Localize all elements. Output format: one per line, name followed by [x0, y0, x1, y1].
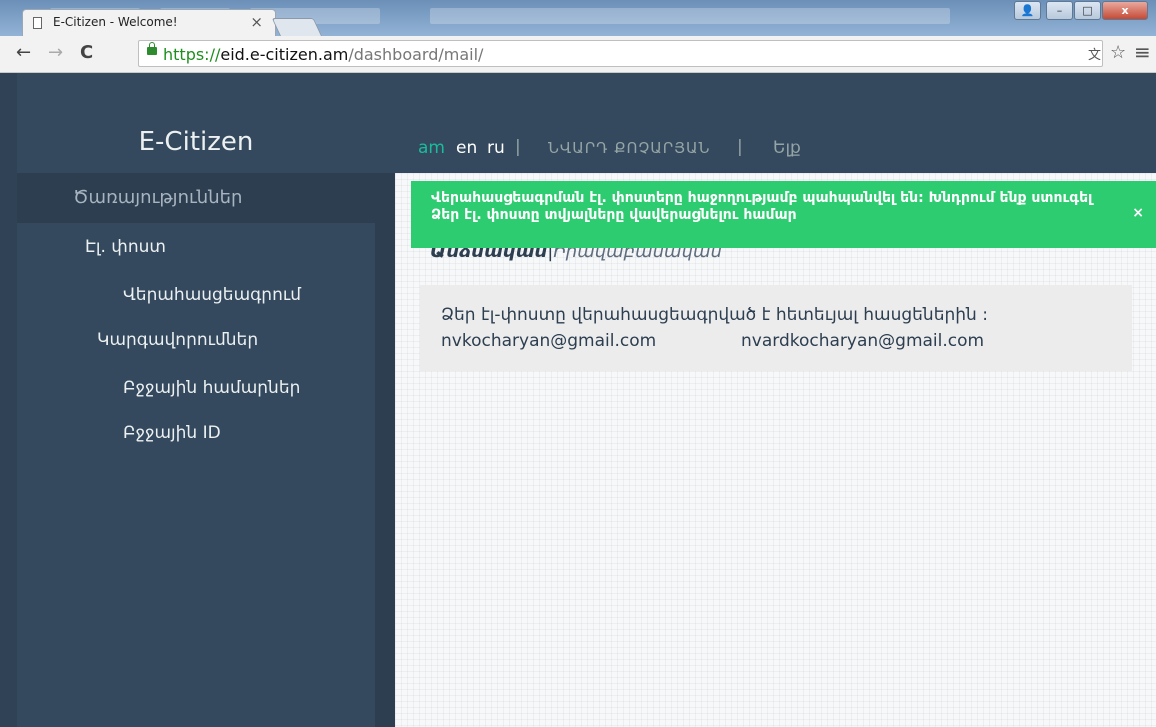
minimize-button[interactable]: – [1046, 1, 1073, 20]
page-icon [33, 17, 42, 29]
nav-separator: | [737, 137, 743, 157]
top-nav: am en ru | ՆՎԱՐԴ ՔՈՉԱՐՅԱՆ | Ելք [375, 115, 1156, 173]
forwarding-info-card: Ձեր էլ-փոստը վերահասցեագրված է հետեւյալ … [420, 285, 1132, 371]
lock-icon [147, 42, 157, 55]
browser-tab[interactable]: E-Citizen - Welcome! × [22, 9, 276, 37]
maximize-button[interactable]: □ [1074, 1, 1101, 20]
tab-title: E-Citizen - Welcome! [53, 15, 178, 29]
window-titlebar: E-Citizen - Welcome! × 👤 – □ x [0, 0, 1156, 37]
new-tab-button[interactable] [271, 18, 323, 37]
forwarding-email: nvkocharyan@gmail.com [441, 331, 657, 351]
forward-icon[interactable]: → [48, 42, 63, 63]
sidebar-item-forwarding[interactable]: Վերահասցեագրում [123, 285, 301, 305]
nav-separator: | [515, 137, 521, 157]
sidebar-item-mobile-id[interactable]: Բջջային ID [123, 423, 221, 443]
user-name-link[interactable]: ՆՎԱՐԴ ՔՈՉԱՐՅԱՆ [548, 139, 710, 157]
close-window-button[interactable]: x [1102, 1, 1148, 20]
forwarding-info-text: Ձեր էլ-փոստը վերահասցեագրված է հետեւյալ … [441, 305, 988, 325]
address-bar[interactable]: https://eid.e-citizen.am/dashboard/mail/ [138, 40, 1103, 67]
sidebar-section-label: Ծառայություններ [73, 187, 243, 208]
lang-am-link[interactable]: am [418, 138, 445, 158]
sidebar-section-services[interactable]: Ծառայություններ [17, 173, 375, 223]
lang-en-link[interactable]: en [456, 138, 477, 158]
star-icon[interactable]: ☆ [1110, 42, 1126, 63]
alert-message: Վերահասցեագրման էլ. փոստերը հաջողությամբ… [431, 190, 1093, 223]
sidebar-item-settings[interactable]: Կարգավորումներ [97, 330, 258, 350]
sidebar-gutter [375, 115, 395, 727]
sidebar: E-Citizen Ծառայություններ Էլ. փոստ Վերահ… [17, 115, 375, 727]
tab-close-icon[interactable]: × [250, 13, 263, 31]
forwarding-email: nvardkocharyan@gmail.com [741, 331, 985, 351]
menu-icon[interactable]: ≡ [1134, 40, 1151, 64]
reload-icon[interactable]: C [80, 42, 93, 63]
success-alert: Վերահասցեագրման էլ. փոստերը հաջողությամբ… [411, 181, 1156, 248]
url-text: https://eid.e-citizen.am/dashboard/mail/ [163, 45, 484, 64]
browser-toolbar: ← → C https://eid.e-citizen.am/dashboard… [0, 36, 1156, 73]
sidebar-item-mobile-numbers[interactable]: Բջջային համարներ [123, 378, 300, 398]
logout-link[interactable]: Ելք [773, 138, 801, 158]
user-icon[interactable]: 👤 [1014, 1, 1041, 20]
sidebar-item-email[interactable]: Էլ. փոստ [85, 237, 166, 257]
back-icon[interactable]: ← [16, 42, 31, 63]
alert-close-icon[interactable]: × [1132, 205, 1144, 221]
translate-icon[interactable]: 文 [1088, 44, 1101, 63]
window-left-edge [0, 73, 17, 727]
brand-logo[interactable]: E-Citizen [17, 127, 375, 157]
lang-ru-link[interactable]: ru [487, 138, 505, 158]
page-top-band [0, 73, 1156, 115]
